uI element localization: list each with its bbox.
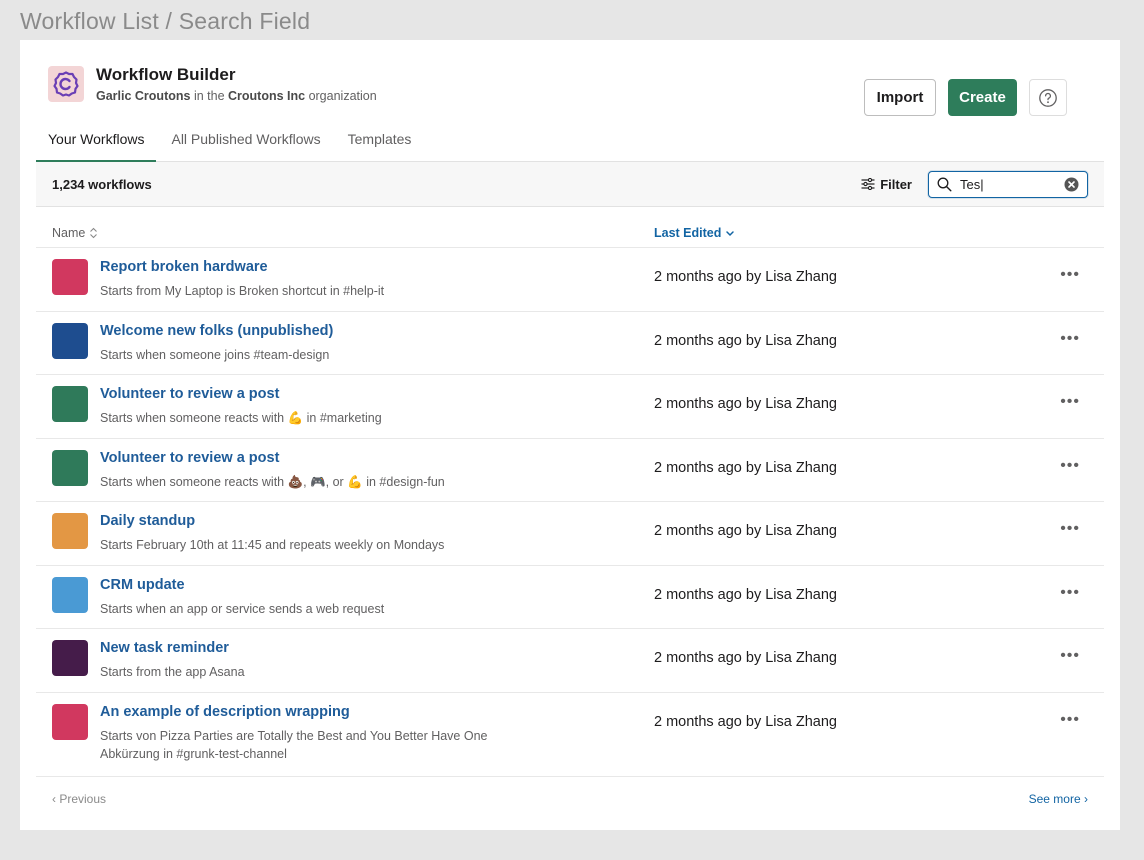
workflow-color-swatch — [52, 703, 88, 740]
subtitle-mid: in the — [190, 89, 228, 103]
more-actions-icon[interactable]: ••• — [1060, 711, 1080, 729]
column-last-edited-label: Last Edited — [654, 226, 722, 240]
copyright-badge-icon — [48, 66, 84, 102]
workflow-color-swatch — [52, 259, 88, 295]
workflow-description: Starts when someone reacts with 💪 in #ma… — [100, 411, 382, 425]
help-button[interactable] — [1029, 79, 1067, 116]
workflow-last-edited: 2 months ago by Lisa Zhang — [654, 650, 837, 666]
previous-label: Previous — [59, 792, 107, 806]
workflow-description: Starts von Pizza Parties are Totally the… — [100, 728, 488, 761]
workflow-color-swatch — [52, 513, 88, 549]
workflow-row[interactable]: CRM update Starts when an app or service… — [36, 566, 1104, 629]
workflow-description: Starts February 10th at 11:45 and repeat… — [100, 538, 445, 552]
workflow-list-card: Workflow Builder Garlic Croutons in the … — [20, 40, 1120, 830]
workflow-tabs: Your Workflows All Published Workflows T… — [36, 124, 1104, 162]
workflow-description: Starts from the app Asana — [100, 665, 245, 679]
more-actions-icon[interactable]: ••• — [1060, 520, 1080, 538]
more-actions-icon[interactable]: ••• — [1060, 393, 1080, 411]
workflow-color-swatch — [52, 640, 88, 676]
workflow-title[interactable]: Volunteer to review a post — [100, 450, 279, 466]
sliders-icon — [861, 178, 875, 190]
workflow-color-swatch — [52, 576, 88, 613]
create-button[interactable]: Create — [948, 79, 1017, 116]
more-actions-icon[interactable]: ••• — [1060, 266, 1080, 284]
see-more-button[interactable]: See more › — [1029, 792, 1088, 806]
tab-templates[interactable]: Templates — [336, 124, 424, 162]
workflow-row[interactable]: Volunteer to review a post Starts when s… — [36, 439, 1104, 502]
question-circle-icon — [1039, 88, 1057, 107]
workflow-title[interactable]: New task reminder — [100, 640, 229, 656]
workflow-last-edited: 2 months ago by Lisa Zhang — [654, 586, 837, 603]
workflow-row[interactable]: Welcome new folks (unpublished) Starts w… — [36, 312, 1104, 375]
workflow-title[interactable]: Volunteer to review a post — [100, 386, 279, 402]
more-actions-icon[interactable]: ••• — [1060, 647, 1080, 665]
column-name-label: Name — [52, 226, 86, 240]
header-actions: Import Create — [864, 79, 1067, 116]
sort-updown-icon — [90, 227, 98, 239]
workflow-title[interactable]: Welcome new folks (unpublished) — [100, 323, 333, 339]
clear-circle-icon — [1064, 177, 1079, 191]
workflow-last-edited: 2 months ago by Lisa Zhang — [654, 459, 837, 476]
app-header: Workflow Builder Garlic Croutons in the … — [48, 65, 377, 103]
filter-button[interactable]: Filter — [861, 177, 912, 192]
org-name: Croutons Inc — [228, 89, 306, 103]
workflow-row[interactable]: New task reminder Starts from the app As… — [36, 629, 1104, 693]
workflow-last-edited: 2 months ago by Lisa Zhang — [654, 332, 837, 349]
clear-search-button[interactable] — [1064, 177, 1079, 192]
search-icon — [937, 177, 952, 192]
workflow-color-swatch — [52, 322, 88, 359]
column-headers: Name Last Edited — [36, 208, 1104, 248]
workflow-row[interactable]: Daily standup Starts February 10th at 11… — [36, 502, 1104, 566]
workflow-color-swatch — [52, 449, 88, 486]
chevron-down-icon — [726, 231, 735, 237]
workflow-title[interactable]: Report broken hardware — [100, 259, 268, 275]
previous-page-button[interactable]: ‹ Previous — [52, 792, 106, 806]
user-name: Garlic Croutons — [96, 89, 191, 103]
workflow-description: Starts from My Laptop is Broken shortcut… — [100, 284, 385, 298]
workflow-last-edited: 2 months ago by Lisa Zhang — [654, 269, 837, 285]
workflow-description: Starts when someone reacts with 💩, 🎮, or… — [100, 474, 445, 489]
workflow-color-swatch — [52, 386, 88, 422]
workflow-title[interactable]: CRM update — [100, 577, 185, 593]
workflow-description: Starts when an app or service sends a we… — [100, 601, 385, 616]
workflow-title[interactable]: An example of description wrapping — [100, 704, 350, 720]
more-actions-icon[interactable]: ••• — [1060, 584, 1080, 602]
tab-your-workflows[interactable]: Your Workflows — [36, 124, 157, 162]
import-button[interactable]: Import — [864, 79, 936, 116]
app-title: Workflow Builder — [96, 65, 236, 84]
app-subtitle: Garlic Croutons in the Croutons Inc orga… — [96, 89, 377, 103]
workflow-title[interactable]: Daily standup — [100, 513, 195, 529]
workflow-row[interactable]: Report broken hardware Starts from My La… — [36, 248, 1104, 312]
workflow-last-edited: 2 months ago by Lisa Zhang — [654, 523, 837, 539]
search-field[interactable] — [928, 170, 1088, 198]
column-header-name[interactable]: Name — [52, 226, 98, 240]
workflow-row[interactable]: An example of description wrapping Start… — [36, 693, 1104, 777]
page-caption: Workflow List / Search Field — [20, 8, 311, 34]
chevron-right-icon: › — [1080, 792, 1088, 806]
search-input[interactable] — [960, 176, 1060, 192]
list-toolbar: 1,234 workflows Filter — [36, 162, 1104, 207]
workflow-last-edited: 2 months ago by Lisa Zhang — [654, 396, 837, 412]
tab-all-published-workflows[interactable]: All Published Workflows — [159, 124, 332, 162]
filter-label: Filter — [880, 176, 912, 192]
workflow-count: 1,234 workflows — [52, 176, 152, 192]
more-actions-icon[interactable]: ••• — [1060, 330, 1080, 348]
column-header-last-edited[interactable]: Last Edited — [654, 226, 735, 240]
see-more-label: See more — [1028, 792, 1081, 806]
workflow-row[interactable]: Volunteer to review a post Starts when s… — [36, 375, 1104, 439]
subtitle-end: organization — [305, 89, 377, 103]
more-actions-icon[interactable]: ••• — [1060, 457, 1080, 475]
workflow-list: Report broken hardware Starts from My La… — [36, 248, 1104, 777]
workflow-last-edited: 2 months ago by Lisa Zhang — [654, 713, 837, 730]
workflow-description: Starts when someone joins #team-design — [100, 347, 330, 362]
